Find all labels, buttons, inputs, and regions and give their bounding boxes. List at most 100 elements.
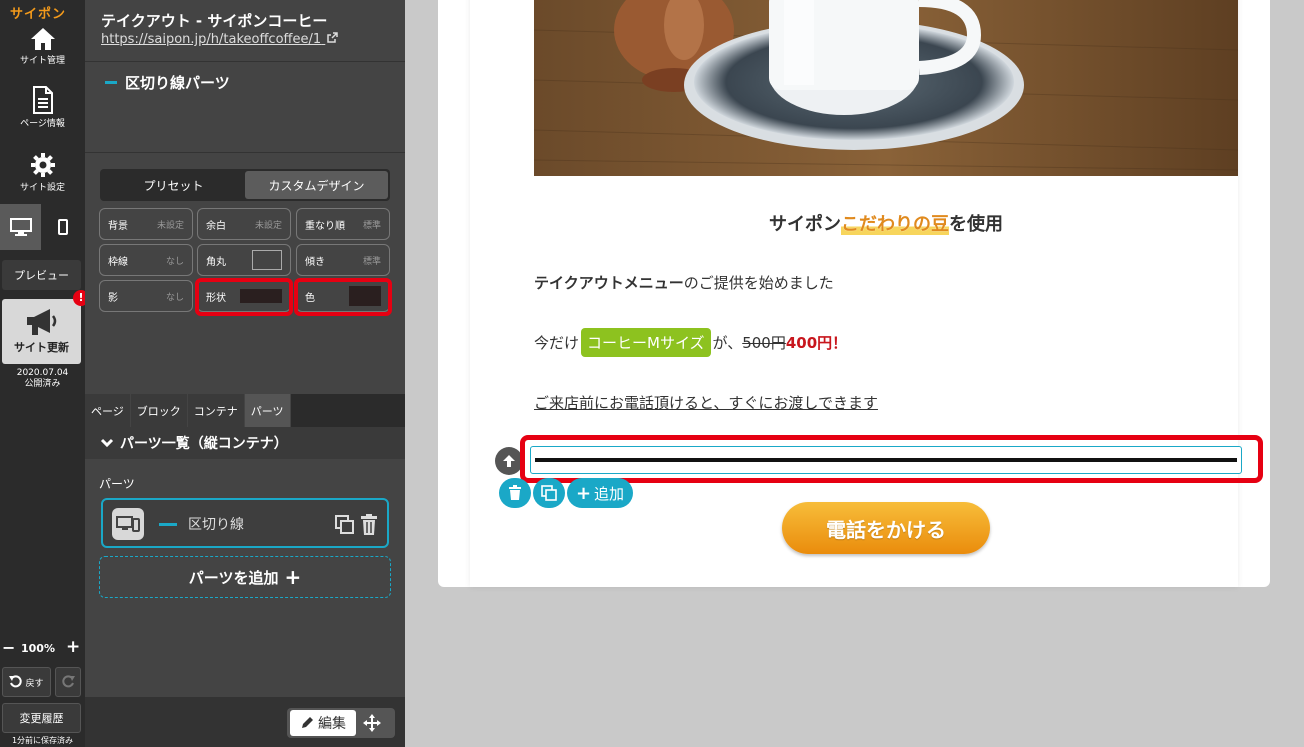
delete-part-button[interactable] [499,478,531,508]
document-icon [32,86,53,114]
redo-button[interactable] [55,667,81,697]
call-button[interactable]: 電話をかける [782,502,990,554]
preview-button[interactable]: プレビュー [2,260,81,290]
copy-icon[interactable] [335,515,355,535]
site-update-label: サイト更新 [14,341,69,354]
new-price: 400円！ [785,334,848,352]
divider-part-icon [105,81,117,84]
parts-list-header[interactable]: パーツ一覧（縦コンテナ） [85,427,405,459]
part-heading: 区切り線パーツ [105,72,230,93]
tab-container[interactable]: コンテナ [187,394,245,427]
nav-site-settings[interactable]: サイト設定 [0,152,85,193]
tab-preset[interactable]: プリセット [102,171,245,199]
edit-mode-button[interactable]: 編集 [290,710,356,736]
prop-label: 余白 [206,220,226,232]
tab-parts[interactable]: パーツ [244,394,291,427]
undo-icon [9,675,23,688]
tab-page[interactable]: ページ [85,394,131,427]
tab-custom-design[interactable]: カスタムデザイン [245,171,388,199]
home-icon [30,28,55,50]
add-below-button[interactable]: + 追加 [567,478,633,508]
update-date-value: 2020.07.04 [16,368,69,378]
mobile-view-button[interactable] [41,204,85,250]
nav-site-management[interactable]: サイト管理 [0,27,85,66]
prop-shadow[interactable]: 影 なし [99,280,193,312]
zoom-out-button[interactable]: − [2,640,15,656]
plus-icon: + [575,482,592,504]
trash-icon [509,485,521,500]
prop-background[interactable]: 背景 未設定 [99,208,193,240]
prop-label: 背景 [108,220,128,232]
megaphone-icon [27,309,57,335]
prop-z-order[interactable]: 重なり順 標準 [296,208,390,240]
paragraph-call-notice[interactable]: ご来店前にお電話頂けると、すぐにお渡しできます [534,392,878,413]
prop-radius[interactable]: 角丸 [197,244,291,276]
prop-tilt[interactable]: 傾き 標準 [296,244,390,276]
trash-icon[interactable] [360,514,378,536]
site-url-link[interactable]: https://saipon.jp/h/takeoffcoffee/1 [101,32,339,47]
left-toolbar: サイポン サイト管理 ページ情報 サイト設定 プレビュー サイト更新 ! 202… [0,0,89,747]
update-status: 公開済み [24,379,61,389]
desktop-view-button[interactable] [0,204,41,250]
settings-panel: テイクアウト - サイポンコーヒー https://saipon.jp/h/ta… [85,0,405,747]
coffee-photo[interactable] [534,0,1238,176]
highlight-divider [520,435,1263,483]
prop-value: 未設定 [254,220,282,231]
parts-list-title: パーツ一覧（縦コンテナ） [120,436,288,452]
duplicate-part-button[interactable] [533,478,565,508]
desktop-icon [9,218,32,236]
divider [85,152,405,153]
page-preview: サイポンこだわりの豆を使用 テイクアウトメニューのご提供を始めました 今だけ コ… [438,0,1270,587]
nav-label: サイト管理 [19,56,65,66]
zoom-in-button[interactable]: + [66,639,80,656]
panel-tabs: ページ ブロック コンテナ パーツ [85,394,405,427]
part-item-divider[interactable]: 区切り線 [101,498,389,548]
mobile-icon [58,219,68,235]
app-logo[interactable]: サイポン [10,3,66,22]
parts-label: パーツ [99,477,135,491]
redo-icon [62,675,75,688]
p1-bold: テイクアウトメニュー [534,274,684,292]
zoom-level: 100% [21,642,55,655]
saved-note: 1分前に保存済み [11,736,74,745]
update-date: 2020.07.04 公開済み [0,368,85,390]
section-heading[interactable]: サイポンこだわりの豆を使用 [470,210,1302,236]
nav-label: ページ情報 [20,119,65,129]
prop-margin[interactable]: 余白 未設定 [197,208,291,240]
heading-highlight: こだわりの豆 [841,214,949,235]
prop-label: 影 [108,292,118,304]
prop-value: 標準 [362,256,381,267]
tab-block[interactable]: ブロック [130,394,188,427]
prop-border[interactable]: 枠線 なし [99,244,193,276]
paragraph-takeout[interactable]: テイクアウトメニューのご提供を始めました [534,272,834,293]
part-item-name: 区切り線 [188,517,244,533]
zoom-control: − 100% + [0,639,85,658]
divider [85,61,405,62]
prop-value: 未設定 [156,220,184,231]
add-part-button[interactable]: パーツを追加 + [99,556,391,598]
site-title: テイクアウト - サイポンコーヒー [101,12,328,30]
mode-toggle: 編集 [287,708,395,738]
site-update-button[interactable]: サイト更新 [2,299,81,364]
product-tag: コーヒーMサイズ [581,328,711,357]
radius-preview [252,250,282,270]
undo-button[interactable]: 戻す [2,667,51,697]
prop-value: 標準 [362,220,381,231]
nav-page-info[interactable]: ページ情報 [0,86,85,129]
highlight-shape [195,278,293,316]
move-icon[interactable] [362,713,382,733]
paragraph-price[interactable]: 今だけ コーヒーMサイズ が、 500円 400円！ [534,328,847,357]
prop-label: 傾き [305,256,325,268]
history-button[interactable]: 変更履歴 [2,703,81,733]
nav-label: サイト設定 [19,183,65,193]
prop-label: 枠線 [108,256,128,268]
plus-icon: + [284,565,302,589]
pencil-icon [302,717,313,728]
arrow-up-icon [503,455,515,467]
p1-rest: のご提供を始めました [683,274,834,292]
site-url: https://saipon.jp/h/takeoffcoffee/1 [101,32,322,47]
prop-value: なし [165,256,184,267]
preview-content: サイポンこだわりの豆を使用 テイクアウトメニューのご提供を始めました 今だけ コ… [470,0,1263,587]
move-up-button[interactable] [495,447,523,475]
external-link-icon [327,32,339,43]
